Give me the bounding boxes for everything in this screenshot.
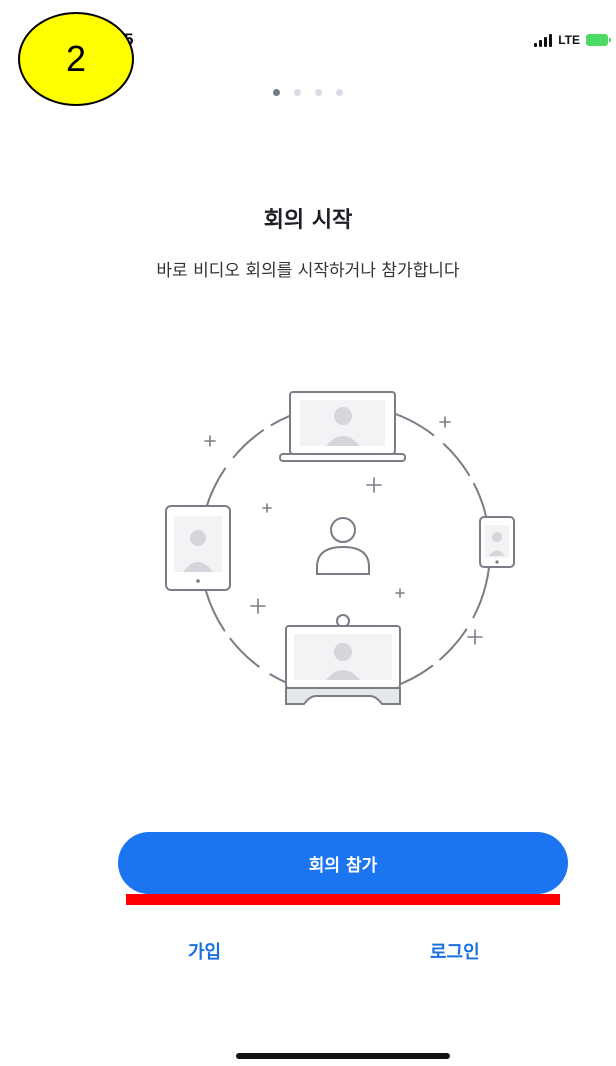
join-meeting-label: 회의 참가 [308,855,378,876]
user-icon [316,517,370,575]
page-dot[interactable] [294,89,301,96]
status-bar-right: LTE [534,33,611,47]
page-dot[interactable] [336,89,343,96]
room-system-icon [285,614,401,705]
page-indicator [0,89,616,96]
step-number: 2 [65,38,87,79]
tablet-icon [165,505,231,591]
onboarding-title: 회의 시작 [263,208,353,233]
home-indicator[interactable] [236,1053,450,1059]
video-meeting-devices-illustration [165,391,515,705]
laptop-icon [279,391,406,462]
network-type: LTE [558,33,580,47]
battery-charging-icon [586,34,611,46]
page-dot[interactable] [273,89,280,96]
phone-icon [479,516,515,568]
login-link[interactable]: 로그인 [430,938,480,964]
onboarding-subtitle: 바로 비디오 회의를 시작하거나 참가합니다 [156,261,460,281]
join-meeting-button[interactable]: 회의 참가 [118,832,568,894]
signal-bars-icon [534,33,553,47]
page-dot[interactable] [315,89,322,96]
signup-link[interactable]: 가입 [188,938,221,964]
highlight-underline [126,894,560,905]
